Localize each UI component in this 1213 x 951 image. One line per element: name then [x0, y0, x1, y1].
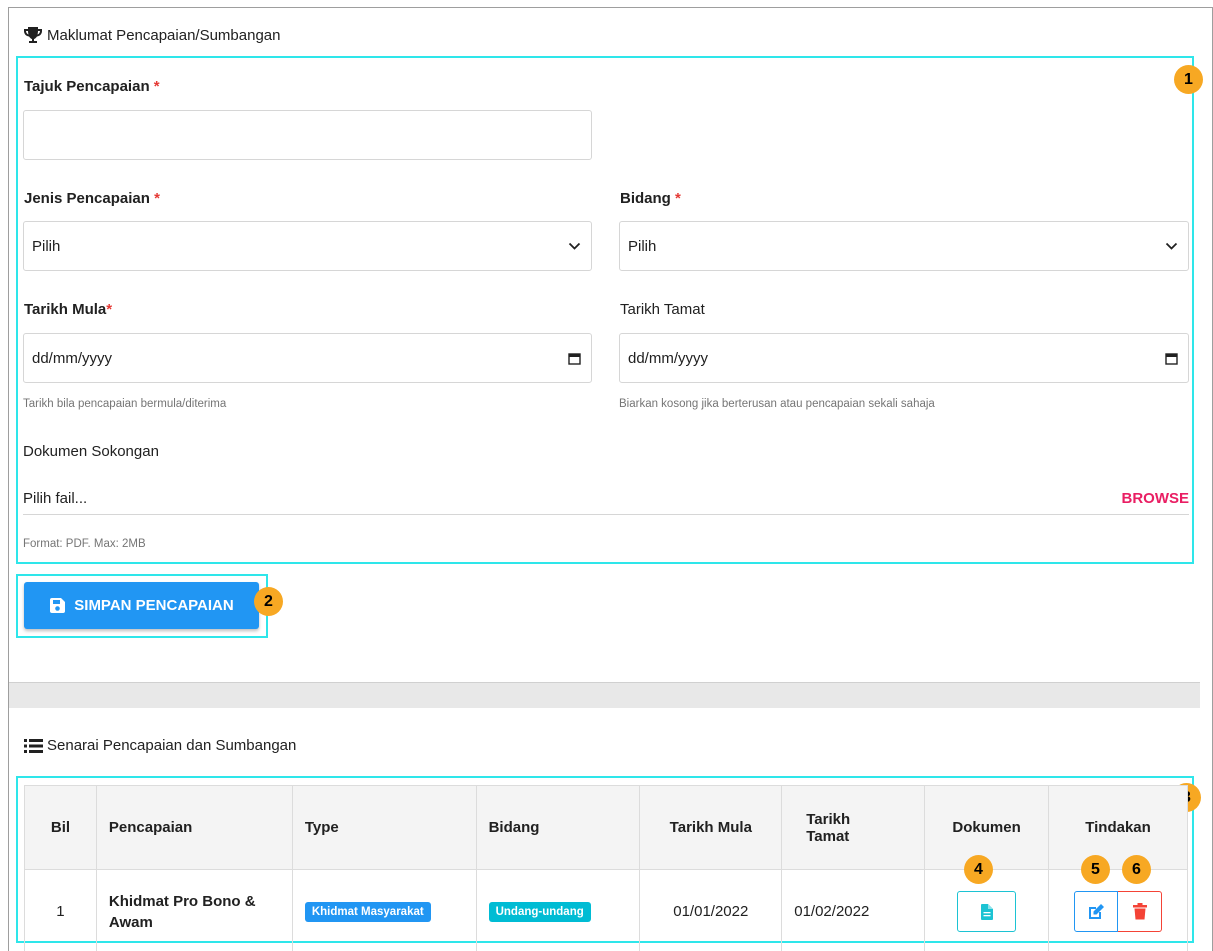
- annotation-badge-5: 5: [1081, 855, 1110, 884]
- save-icon: [50, 598, 66, 613]
- tajuk-label-text: Tajuk Pencapaian: [24, 78, 150, 95]
- table-row: 1 Khidmat Pro Bono & Awam Khidmat Masyar…: [24, 869, 1188, 951]
- annotation-badge-6: 6: [1122, 855, 1151, 884]
- jenis-label-text: Jenis Pencapaian: [24, 190, 150, 207]
- form-section-title: Maklumat Pencapaian/Sumbangan: [23, 26, 280, 44]
- calendar-icon[interactable]: [1165, 352, 1178, 365]
- col-bil: Bil: [24, 785, 97, 870]
- required-mark: *: [675, 190, 681, 207]
- cell-pencapaian: Khidmat Pro Bono & Awam: [95, 869, 293, 951]
- required-mark: *: [153, 78, 160, 95]
- edit-button[interactable]: [1074, 891, 1118, 932]
- col-tarikh-mula: Tarikh Mula: [639, 785, 783, 870]
- required-mark: *: [154, 190, 160, 207]
- required-mark: *: [106, 301, 113, 318]
- delete-button[interactable]: [1118, 891, 1162, 932]
- col-type: Type: [291, 785, 477, 870]
- section-divider: [9, 682, 1200, 708]
- chevron-down-icon: [568, 242, 581, 250]
- action-button-group: [1074, 891, 1162, 932]
- col-pencapaian: Pencapaian: [95, 785, 293, 870]
- annotation-badge-1: 1: [1174, 65, 1203, 94]
- cell-type: Khidmat Masyarakat: [291, 869, 477, 951]
- achievements-table: Bil Pencapaian Type Bidang Tarikh Mula T…: [24, 785, 1188, 951]
- bidang-select-value: Pilih: [628, 237, 657, 255]
- trophy-icon: [24, 27, 42, 43]
- list-icon: [24, 738, 43, 753]
- tamat-date-input[interactable]: dd/mm/yyyy: [619, 333, 1189, 383]
- tajuk-input[interactable]: [23, 110, 592, 160]
- tamat-label: Tarikh Tamat: [620, 301, 705, 318]
- annotation-badge-4: 4: [964, 855, 993, 884]
- bidang-select[interactable]: Pilih: [619, 221, 1189, 271]
- mula-date-input[interactable]: dd/mm/yyyy: [23, 333, 592, 383]
- cell-bil: 1: [24, 869, 97, 951]
- tamat-date-value: dd/mm/yyyy: [628, 349, 709, 367]
- calendar-icon[interactable]: [568, 352, 581, 365]
- bidang-badge: Undang-undang: [488, 901, 591, 922]
- tajuk-label: Tajuk Pencapaian *: [24, 78, 160, 95]
- trash-icon: [1132, 903, 1147, 920]
- cell-pencapaian-text: Khidmat Pro Bono & Awam: [108, 892, 256, 931]
- cell-tindakan: [1048, 869, 1188, 951]
- cell-bidang: Undang-undang: [475, 869, 641, 951]
- dokumen-label: Dokumen Sokongan: [23, 443, 159, 460]
- mula-label: Tarikh Mula*: [24, 301, 112, 318]
- edit-icon: [1089, 903, 1104, 919]
- cell-dokumen: [924, 869, 1050, 951]
- table-header-row: Bil Pencapaian Type Bidang Tarikh Mula T…: [24, 785, 1188, 870]
- col-tarikh-tamat: Tarikh Tamat: [781, 785, 926, 870]
- cell-tarikh-mula: 01/01/2022: [639, 869, 783, 951]
- col-bidang: Bidang: [475, 785, 641, 870]
- type-badge: Khidmat Masyarakat: [304, 901, 431, 922]
- list-section-title: Senarai Pencapaian dan Sumbangan: [24, 737, 296, 754]
- mula-help-text: Tarikh bila pencapaian bermula/diterima: [23, 398, 227, 410]
- cell-tarikh-tamat: 01/02/2022: [781, 869, 926, 951]
- file-icon: [980, 903, 993, 920]
- file-placeholder: Pilih fail...: [23, 490, 88, 507]
- chevron-down-icon: [1165, 242, 1178, 250]
- view-document-button[interactable]: [957, 891, 1017, 932]
- annotation-badge-2: 2: [254, 587, 283, 616]
- save-button[interactable]: SIMPAN PENCAPAIAN: [24, 582, 259, 629]
- mula-label-text: Tarikh Mula: [24, 301, 107, 318]
- col-tindakan: Tindakan: [1048, 785, 1188, 870]
- file-input[interactable]: Pilih fail... BROWSE: [23, 483, 1189, 515]
- list-section-title-text: Senarai Pencapaian dan Sumbangan: [47, 737, 297, 754]
- bidang-label: Bidang *: [620, 190, 681, 207]
- file-help-text: Format: PDF. Max: 2MB: [23, 538, 146, 550]
- form-section-title-text: Maklumat Pencapaian/Sumbangan: [47, 26, 281, 44]
- bidang-label-text: Bidang: [620, 190, 671, 207]
- mula-date-value: dd/mm/yyyy: [32, 349, 113, 367]
- jenis-select[interactable]: Pilih: [23, 221, 592, 271]
- col-tarikh-tamat-text: Tarikh Tamat: [806, 810, 851, 845]
- jenis-label: Jenis Pencapaian *: [24, 190, 160, 207]
- jenis-select-value: Pilih: [32, 237, 61, 255]
- save-button-label: SIMPAN PENCAPAIAN: [74, 597, 234, 614]
- browse-button[interactable]: BROWSE: [1122, 490, 1190, 507]
- tamat-help-text: Biarkan kosong jika berterusan atau penc…: [619, 398, 935, 410]
